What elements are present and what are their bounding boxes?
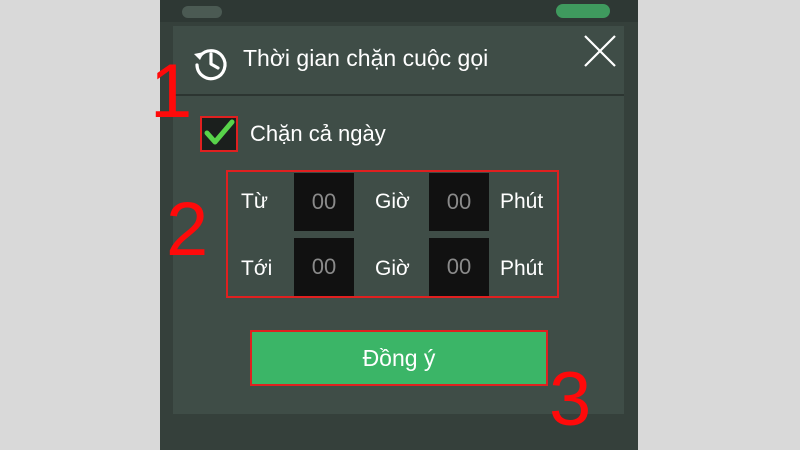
- block-all-day-label: Chặn cả ngày: [250, 121, 386, 146]
- from-label: Từ: [241, 190, 268, 213]
- background-pill: [182, 6, 222, 18]
- annotation-number-3: 3: [549, 357, 592, 442]
- confirm-button[interactable]: Đồng ý: [250, 330, 548, 386]
- to-hour-unit: Giờ: [375, 257, 410, 280]
- dialog-header: Thời gian chặn cuộc gọi: [173, 26, 624, 96]
- to-minute-unit: Phút: [500, 257, 544, 280]
- annotation-number-1: 1: [150, 49, 193, 134]
- to-hour-input[interactable]: 00: [294, 238, 354, 296]
- checkmark-icon: [204, 119, 235, 145]
- to-minute-input[interactable]: 00: [429, 238, 489, 296]
- time-range-group: Từ 00 Giờ 00 Phút Tới 00 Giờ 00 Phút: [226, 170, 559, 298]
- background-toggle: [556, 4, 610, 18]
- dialog-title: Thời gian chặn cuộc gọi: [243, 45, 489, 71]
- from-hour-input[interactable]: 00: [294, 173, 354, 231]
- from-minute-input[interactable]: 00: [429, 173, 489, 231]
- status-strip: [160, 0, 638, 22]
- annotation-number-2: 2: [166, 187, 209, 272]
- from-hour-unit: Giờ: [375, 190, 410, 213]
- history-icon: [194, 49, 227, 81]
- close-icon[interactable]: [581, 32, 619, 70]
- block-all-day-checkbox[interactable]: [200, 116, 238, 152]
- block-time-dialog: Thời gian chặn cuộc gọi Chặn cả ngày Từ …: [173, 26, 624, 414]
- to-label: Tới: [241, 257, 273, 280]
- from-minute-unit: Phút: [500, 190, 544, 213]
